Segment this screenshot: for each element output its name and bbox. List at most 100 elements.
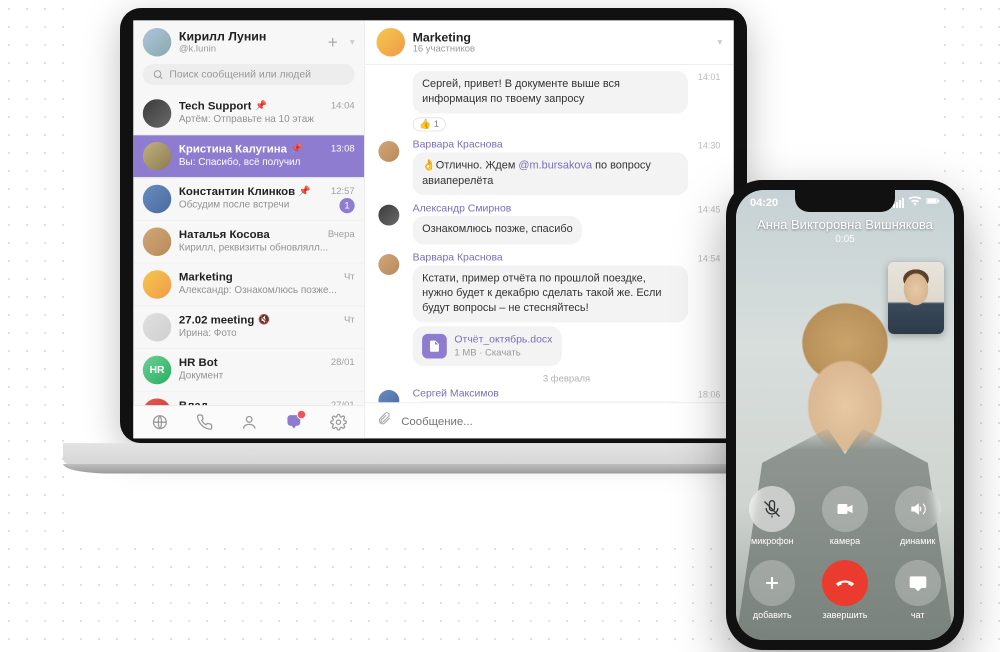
conversation-item[interactable]: 27.02 meeting 🔇 Чт Ирина: Фото: [133, 306, 364, 349]
search-input[interactable]: Поиск сообщений или людей: [143, 64, 355, 85]
chat-icon: [908, 573, 928, 593]
message-bubble: Коллеги, подтвердите участие в конференц…: [413, 402, 688, 403]
composer: [365, 402, 734, 438]
composer-input[interactable]: [401, 414, 722, 427]
conversation-item[interactable]: MarketingЧтАлександр: Ознакомлюсь позже.…: [133, 264, 364, 307]
self-video-pip[interactable]: [888, 262, 944, 334]
message-time: 18:06: [698, 390, 721, 400]
bottom-nav: [133, 405, 364, 438]
pin-icon: 📌: [255, 101, 267, 111]
camera-icon: [835, 499, 855, 519]
conversation-time: 13:08: [331, 143, 355, 153]
file-attachment[interactable]: Отчёт_октябрь.docx1 MB · Скачать: [413, 326, 562, 366]
muted-icon: 🔇: [258, 314, 270, 324]
profile-name: Кирилл Лунин: [179, 30, 316, 44]
conversation-avatar: [143, 227, 172, 256]
nav-settings-icon[interactable]: [328, 412, 349, 433]
conversation-title: Влад: [179, 398, 208, 405]
caller-name: Анна Викторовна Вишнякова: [736, 217, 954, 232]
pin-icon: 📌: [299, 186, 311, 196]
conversation-avatar: [143, 270, 172, 299]
laptop-frame: Кирилл Лунин @k.lunin + ▾ Поиск сообщени…: [120, 8, 747, 483]
conversation-item[interactable]: Константин Клинков📌12:57Обсудим после вс…: [133, 178, 364, 221]
conversation-time: Чт: [344, 314, 355, 324]
conversation-subtitle: Документ: [179, 370, 355, 381]
add-button[interactable]: добавить: [749, 560, 795, 620]
plus-icon: [762, 573, 782, 593]
conversation-item[interactable]: Наталья Косова Вчера Кирилл, реквизиты обн…: [133, 221, 364, 264]
status-time: 04:20: [750, 197, 778, 209]
message-time: 14:30: [698, 141, 721, 151]
end-call-button[interactable]: завершить: [822, 560, 868, 620]
conversation-subtitle: Александр: Ознакомлюсь позже...: [179, 284, 355, 295]
conversation-avatar: [143, 99, 172, 128]
unread-badge: 1: [339, 198, 354, 213]
nav-messages-icon[interactable]: [283, 412, 304, 433]
conversation-title: Наталья Косова: [179, 227, 270, 240]
speaker-icon: [908, 499, 928, 519]
conversation-item[interactable]: Tech Support📌14:04Артём: Отправьте на 10…: [133, 93, 364, 136]
new-chat-button[interactable]: +: [323, 32, 342, 52]
conversation-avatar: HR: [143, 356, 172, 385]
message-author[interactable]: Варвара Краснова: [413, 252, 721, 263]
pin-icon: 📌: [291, 143, 303, 153]
message-avatar: [378, 141, 399, 162]
conversation-title: 27.02 meeting: [179, 313, 254, 326]
message-avatar: [378, 390, 399, 402]
nav-globe-icon[interactable]: [149, 412, 170, 433]
conversation-title: Marketing: [179, 270, 233, 283]
phone-frame: 04:20 Анна Викторовна Вишнякова 0:05 мик…: [726, 180, 964, 650]
conversation-item[interactable]: Влад27/01: [133, 392, 364, 405]
camera-button[interactable]: камера: [822, 486, 868, 546]
message-bubble: Кстати, пример отчёта по прошлой поездке…: [413, 265, 688, 323]
conversation-avatar: [143, 142, 172, 171]
conversation-item[interactable]: Кристина Калугина📌13:08Вы: Спасибо, всё …: [133, 135, 364, 178]
nav-contacts-icon[interactable]: [238, 412, 259, 433]
chat-avatar: [377, 28, 406, 57]
message-time: 14:54: [698, 254, 721, 264]
paperclip-icon: [377, 411, 392, 426]
conversation-time: Вчера: [328, 229, 355, 239]
conversation-title: HR Bot: [179, 356, 218, 369]
conversation-time: 14:04: [331, 101, 355, 111]
conversation-subtitle: Кирилл, реквизиты обновлялл...: [179, 242, 355, 253]
conversation-subtitle: Обсудим после встречи: [179, 199, 355, 210]
message-author[interactable]: Варвара Краснова: [413, 139, 721, 150]
mention[interactable]: @m.bursakova: [518, 160, 592, 171]
chat-header[interactable]: Marketing 16 участников ▾: [365, 20, 734, 65]
phone-screen: 04:20 Анна Викторовна Вишнякова 0:05 мик…: [736, 190, 954, 640]
conversation-subtitle: Ирина: Фото: [179, 327, 355, 338]
conversation-subtitle: Артём: Отправьте на 10 этаж: [179, 113, 355, 124]
call-controls: микрофон камера динамик добавить заверши…: [736, 486, 954, 620]
chat-title: Marketing: [413, 30, 475, 44]
message: Сергей Максимов Коллеги, подтвердите учас…: [413, 388, 721, 402]
reaction[interactable]: 👍 1: [413, 117, 446, 131]
date-divider: 3 февраля: [413, 374, 721, 384]
message-list: Сергей, привет! В документе выше вся инф…: [365, 65, 734, 402]
mute-button[interactable]: микрофон: [749, 486, 795, 546]
sidebar: Кирилл Лунин @k.lunin + ▾ Поиск сообщени…: [133, 20, 365, 438]
mic-off-icon: [762, 499, 782, 519]
wifi-icon: [908, 196, 922, 209]
app-window: Кирилл Лунин @k.lunin + ▾ Поиск сообщени…: [133, 20, 733, 438]
message-author[interactable]: Александр Смирнов: [413, 203, 721, 214]
message: Сергей, привет! В документе выше вся инф…: [413, 71, 721, 132]
message: Александр СмирновОзнакомлюсь позже, спас…: [413, 203, 721, 244]
profile-header[interactable]: Кирилл Лунин @k.lunin + ▾: [133, 20, 364, 64]
chat-chevron-icon[interactable]: ▾: [718, 37, 723, 47]
attach-button[interactable]: [377, 411, 392, 431]
conversation-item[interactable]: HRHR Bot28/01Документ: [133, 349, 364, 392]
conversation-subtitle: Вы: Спасибо, всё получил: [179, 156, 355, 167]
message: Варвара Краснова Кстати, пример отчёта по…: [413, 252, 721, 367]
profile-avatar: [143, 28, 172, 57]
nav-calls-icon[interactable]: [194, 412, 215, 433]
conversation-time: 12:57: [331, 186, 355, 196]
speaker-button[interactable]: динамик: [895, 486, 941, 546]
message-avatar: [378, 205, 399, 226]
chat-button[interactable]: чат: [895, 560, 941, 620]
profile-chevron-icon[interactable]: ▾: [350, 37, 355, 47]
reactions: 👍 1: [413, 117, 721, 131]
conversation-list: Tech Support📌14:04Артём: Отправьте на 10…: [133, 93, 364, 406]
message-author[interactable]: Сергей Максимов: [413, 388, 721, 399]
chat-subtitle: 16 участников: [413, 44, 475, 54]
